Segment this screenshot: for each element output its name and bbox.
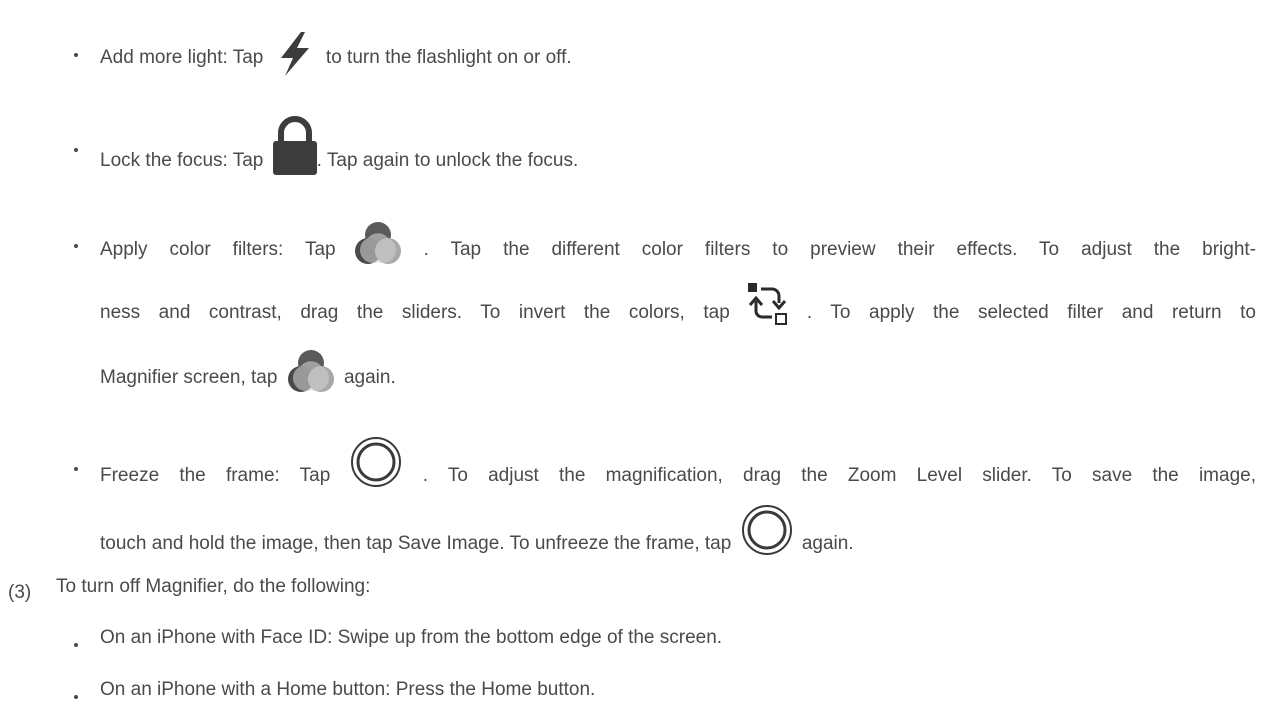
bullet <box>74 53 78 57</box>
list-item-color-filters-line-3: Magnifier screen, tap again. <box>100 350 396 401</box>
list-item-flashlight: Add more light: Tap to turn the flashlig… <box>100 32 572 80</box>
freeze-text-1-before: Freeze the frame: Tap <box>100 465 331 487</box>
freeze-text-2-before: touch and hold the image, then tap Save … <box>100 533 732 555</box>
bullet <box>74 467 78 471</box>
lock-icon <box>272 115 317 175</box>
lock-text-before: Lock the focus: Tap <box>100 150 264 172</box>
filters-text-3-before: Magnifier screen, tap <box>100 367 278 389</box>
color-filters-icon <box>354 221 402 267</box>
filters-text-3-after: again. <box>343 367 396 389</box>
flashlight-text-before: Add more light: Tap <box>100 47 264 69</box>
bullet <box>74 244 78 248</box>
list-item-color-filters-line-1: Apply color filters: Tap . Tap the diffe… <box>100 222 1257 273</box>
lock-text-after: . Tap again to unlock the focus. <box>316 150 579 172</box>
bullet <box>74 148 78 152</box>
step-number: (3) <box>8 582 32 603</box>
invert-colors-icon <box>748 283 788 327</box>
filters-text-1-after: . Tap the different color filters to pre… <box>423 239 1257 261</box>
filters-text-1-before: Apply color filters: Tap <box>100 239 336 261</box>
step-text: To turn off Magnifier, do the following: <box>56 576 371 597</box>
shutter-circle-icon <box>741 504 793 556</box>
freeze-text-2-after: again. <box>801 533 854 555</box>
filters-text-2-after: . To apply the selected filter and retur… <box>806 302 1256 324</box>
flashlight-text-after: to turn the flashlight on or off. <box>325 47 572 69</box>
color-filters-icon <box>287 349 335 395</box>
list-item-freeze-line-2: touch and hold the image, then tap Save … <box>100 505 854 570</box>
filters-text-2-before: ness and contrast, drag the sliders. To … <box>100 302 730 324</box>
list-item-lock-focus: Lock the focus: Tap . Tap again to unloc… <box>100 116 579 191</box>
bullet <box>74 643 78 647</box>
list-item-color-filters-line-2: ness and contrast, drag the sliders. To … <box>100 283 1256 335</box>
list-item-home-button: On an iPhone with a Home button: Press t… <box>100 679 596 700</box>
list-item-freeze-line-1: Freeze the frame: Tap . To adjust the ma… <box>100 437 1256 502</box>
list-item-face-id: On an iPhone with Face ID: Swipe up from… <box>100 627 723 648</box>
bullet <box>74 695 78 699</box>
shutter-circle-icon <box>350 436 402 488</box>
lightning-bolt-icon <box>275 32 315 76</box>
freeze-text-1-after: . To adjust the magnification, drag the … <box>422 465 1256 487</box>
